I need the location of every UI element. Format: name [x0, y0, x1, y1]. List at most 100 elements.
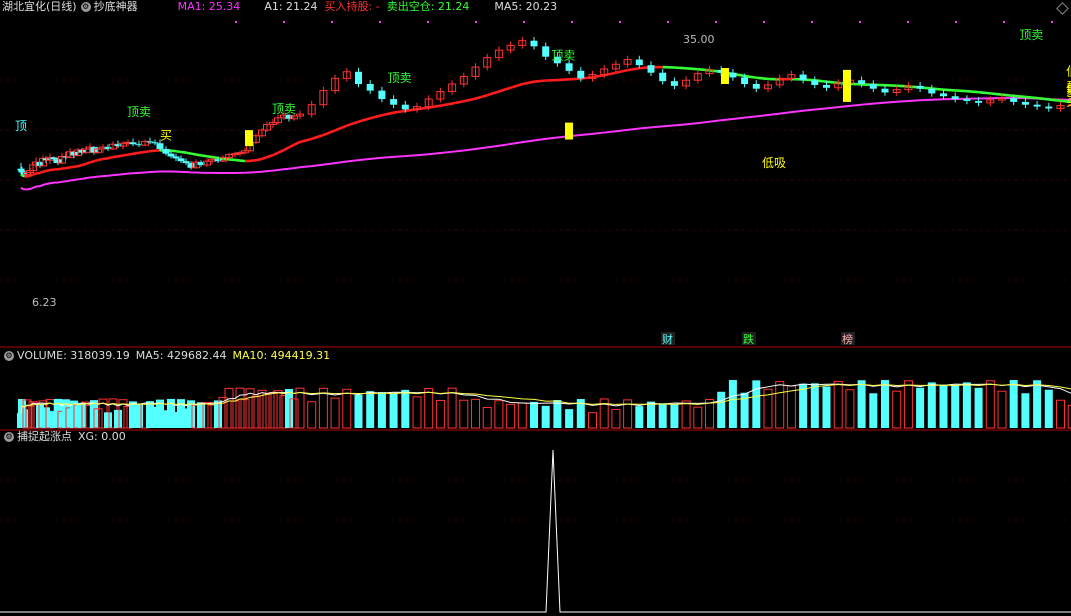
candle-body: [577, 70, 585, 79]
trend-line-segment: [955, 89, 967, 93]
trend-line-segment: [195, 153, 202, 157]
volume-bar: [354, 394, 363, 428]
trend-line-segment: [463, 97, 476, 103]
trend-line-segment: [1048, 98, 1061, 103]
trend-line-segment: [57, 167, 63, 171]
stock-name[interactable]: 湖北宜化(日线): [2, 0, 77, 14]
signal-dot: [955, 21, 957, 23]
chart-canvas[interactable]: 顶顶卖顶卖顶卖顶卖顶卖低吸低吸低吸买买买买买35.006.23财跌榜: [0, 0, 1071, 616]
trend-line-segment: [107, 155, 114, 160]
candle-body: [177, 158, 185, 162]
volume-bar: [262, 392, 272, 429]
candle-body: [146, 141, 154, 143]
candle-body: [1010, 98, 1018, 102]
trend-line-segment: [322, 129, 336, 137]
trend-line-segment: [77, 163, 83, 168]
candle-body: [869, 84, 877, 89]
candle-body: [881, 88, 889, 93]
trend-line-segment: [358, 117, 371, 123]
volume-bar: [114, 409, 122, 428]
volume-bar: [775, 381, 785, 429]
signal-dot: [379, 21, 381, 23]
candle-body: [390, 99, 398, 105]
trend-line-segment: [1013, 94, 1026, 99]
signal-label: 顶: [15, 119, 27, 133]
trend-line-segment: [89, 159, 95, 164]
trend-line-segment: [299, 137, 313, 144]
volume-bar: [482, 407, 492, 429]
event-label: 跌: [743, 332, 754, 346]
volume-bar: [1044, 389, 1053, 428]
volume-bar: [230, 400, 240, 429]
ma1-line: [20, 96, 1071, 191]
trend-line-segment: [393, 109, 406, 114]
volume-bar: [962, 382, 971, 428]
volume-ma5: MA5: 429682.44: [135, 349, 227, 362]
signal-dot: [427, 21, 429, 23]
volume-bar: [235, 387, 245, 429]
trend-line-segment: [266, 153, 274, 159]
volume-bar: [728, 380, 737, 428]
volume-bar: [857, 380, 866, 428]
candle-body: [378, 90, 386, 100]
volume-bar: [903, 380, 913, 429]
signal-dot: [523, 21, 525, 23]
candle-body: [542, 46, 550, 57]
signal-dot: [331, 21, 333, 23]
trend-line-segment: [127, 152, 134, 156]
candle-body: [156, 143, 164, 149]
candle-body: [1045, 106, 1053, 109]
volume-bar: [214, 400, 222, 428]
signal-label: 买: [160, 129, 172, 143]
trend-line-segment: [966, 89, 979, 94]
main-header: 湖北宜化(日线) ⚙ 抄底神器 MA1: 25.34 A1: 21.24 买入持…: [0, 0, 557, 14]
candle-body: [916, 85, 924, 89]
settings-icon[interactable]: ⚙: [4, 432, 14, 442]
trend-line-segment: [369, 114, 383, 120]
signal-label: 顶卖: [127, 105, 151, 119]
xg-name[interactable]: 捕捉起涨点: [17, 430, 72, 444]
settings-icon[interactable]: ⚙: [4, 351, 14, 361]
indicator-name[interactable]: 抄底神器: [94, 0, 138, 14]
trend-line-segment: [293, 140, 301, 146]
volume-bar: [1033, 380, 1042, 428]
candle-body: [963, 99, 971, 101]
trend-line-segment: [272, 151, 279, 157]
xg-line: [0, 449, 1071, 613]
volume-bar: [985, 380, 995, 429]
candle-body: [182, 161, 190, 164]
trend-line-segment: [170, 149, 177, 153]
candle-body: [366, 84, 374, 91]
trend-line-segment: [510, 82, 523, 89]
signal-label: 顶卖: [272, 102, 296, 116]
candle-body: [565, 63, 573, 71]
volume-bar: [565, 409, 574, 428]
xg-value: XG: 0.00: [78, 430, 126, 443]
signal-candle: [843, 69, 851, 102]
trend-line-segment: [45, 168, 51, 173]
candle-body: [355, 71, 362, 84]
candle-body: [17, 168, 25, 171]
volume-bar: [285, 389, 293, 428]
volume-bar: [424, 388, 434, 429]
volume-bar: [251, 395, 261, 429]
volume-ma10: MA10: 494419.31: [232, 349, 331, 362]
signal-dot: [475, 21, 477, 23]
event-label: 财: [662, 332, 673, 346]
candle-body: [741, 77, 749, 84]
volume-bar: [389, 393, 398, 428]
trend-line-segment: [1036, 96, 1049, 101]
signal-label: 顶卖: [388, 71, 412, 85]
trend-line-segment: [498, 86, 512, 93]
volume-bar: [273, 390, 283, 429]
signal-label: 顶卖: [551, 49, 575, 63]
volume-bar: [447, 387, 457, 429]
trend-line-segment: [73, 164, 79, 169]
trend-line-segment: [1001, 93, 1014, 98]
settings-icon[interactable]: ⚙: [80, 2, 91, 12]
volume-bar: [681, 400, 691, 429]
signal-candle: [245, 130, 253, 147]
volume-bar: [658, 403, 667, 428]
volume-bar: [1056, 399, 1065, 429]
trend-line-segment: [261, 155, 268, 161]
